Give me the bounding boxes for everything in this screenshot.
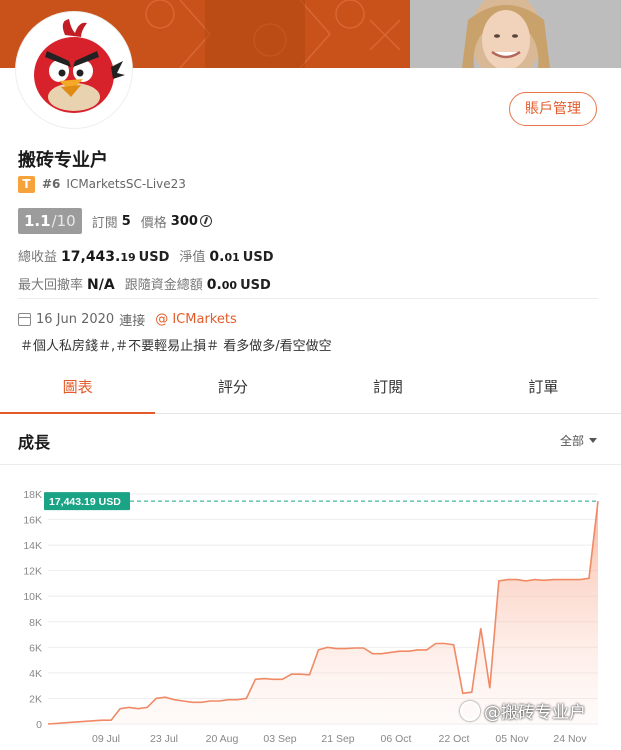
tab-orders[interactable]: 訂單: [466, 362, 621, 413]
x-tick-label: 21 Sep: [321, 733, 354, 745]
chevron-down-icon: [589, 438, 597, 443]
price-value: 300: [170, 213, 198, 229]
banner-stripe: [205, 0, 305, 68]
price-label: 價格: [140, 215, 167, 231]
score-max: /10: [51, 212, 76, 230]
subscribe-label: 訂閱: [91, 215, 118, 231]
x-tick-label: 06 Oct: [381, 733, 412, 745]
range-dropdown[interactable]: 全部: [560, 432, 597, 449]
growth-area: [48, 501, 598, 724]
tab-chart[interactable]: 圖表: [0, 362, 156, 414]
rating-row: 1.1 /10 訂閱 5 價格 300: [18, 208, 212, 234]
score-badge: 1.1 /10: [18, 208, 82, 234]
calendar-icon: [18, 312, 31, 326]
weibo-icon: [460, 700, 480, 721]
net-value-label: 淨值: [179, 250, 206, 265]
banner-photo: [410, 0, 621, 68]
x-tick-label: 24 Nov: [553, 733, 587, 745]
net-value-unit: USD: [242, 250, 274, 265]
y-tick-label: 10K: [23, 591, 42, 603]
watermark-text: @搬砖专业户: [484, 703, 586, 723]
angry-bird-avatar-image: [19, 15, 129, 125]
follow-funds-value: 0.00: [206, 277, 238, 293]
strategy-tags: ＃個人私房錢＃,＃不要輕易止損＃ 看多做多/看空做空: [20, 339, 332, 354]
x-tick-label: 23 Jul: [150, 733, 178, 745]
drawdown-row: 最大回撤率 N/A 跟隨資金總額 0.00 USD: [18, 274, 271, 294]
tab-subscribe[interactable]: 訂閱: [311, 362, 466, 413]
subscribe-count: 5: [121, 213, 131, 229]
y-tick-label: 2K: [29, 693, 42, 705]
divider: [18, 298, 598, 299]
y-tick-label: 16K: [23, 515, 42, 527]
y-tick-label: 0: [36, 719, 42, 731]
y-tick-label: 8K: [29, 617, 42, 629]
y-tick-label: 14K: [23, 540, 42, 552]
connect-date: 16 Jun 2020: [36, 311, 115, 327]
x-tick-label: 22 Oct: [439, 733, 470, 745]
current-value-label: 17,443.19 USD: [44, 492, 130, 511]
total-profit-label: 總收益: [18, 250, 58, 265]
level-badge: T: [18, 175, 35, 193]
account-manage-button[interactable]: 賬戶管理: [509, 92, 597, 126]
coin-icon: [199, 215, 212, 227]
growth-section-header: 成長 全部: [0, 414, 621, 465]
x-tick-label: 03 Sep: [263, 733, 296, 745]
profit-row: 總收益 17,443.19 USD 淨值 0.01 USD: [18, 246, 274, 266]
net-value: 0.01: [209, 249, 240, 265]
total-profit-unit: USD: [138, 250, 170, 265]
y-tick-label: 4K: [29, 668, 42, 680]
profile-name: 搬砖专业户: [18, 150, 108, 171]
tab-bar: 圖表 評分 訂閱 訂單: [0, 362, 621, 414]
tab-rating[interactable]: 評分: [155, 362, 310, 413]
connect-label: 連接: [119, 313, 146, 329]
account-id: ICMarketsSC-Live23: [66, 177, 186, 191]
y-tick-label: 6K: [29, 642, 42, 654]
rank-number: #6: [42, 177, 61, 191]
connection-row: 16 Jun 2020 連接 @ ICMarkets: [18, 309, 237, 329]
score-value: 1.1: [24, 212, 51, 230]
total-profit-value: 17,443.19: [61, 249, 136, 265]
max-drawdown-value: N/A: [87, 277, 115, 293]
max-drawdown-label: 最大回撤率: [18, 278, 84, 293]
current-value-text: 17,443.19 USD: [49, 496, 121, 508]
x-tick-label: 09 Jul: [92, 733, 120, 745]
x-tick-label: 20 Aug: [206, 733, 239, 745]
x-tick-label: 05 Nov: [495, 733, 529, 745]
watermark: @搬砖专业户: [460, 698, 586, 723]
y-tick-label: 12K: [23, 566, 42, 578]
follow-funds-label: 跟隨資金總額: [124, 278, 203, 293]
section-title: 成長: [18, 433, 51, 452]
range-value: 全部: [559, 434, 584, 448]
y-tick-label: 18K: [23, 489, 42, 501]
avatar[interactable]: [16, 12, 132, 128]
rank-row: T #6 ICMarketsSC-Live23: [18, 175, 186, 193]
broker-link[interactable]: @ ICMarkets: [155, 312, 237, 327]
follow-funds-unit: USD: [240, 278, 271, 293]
